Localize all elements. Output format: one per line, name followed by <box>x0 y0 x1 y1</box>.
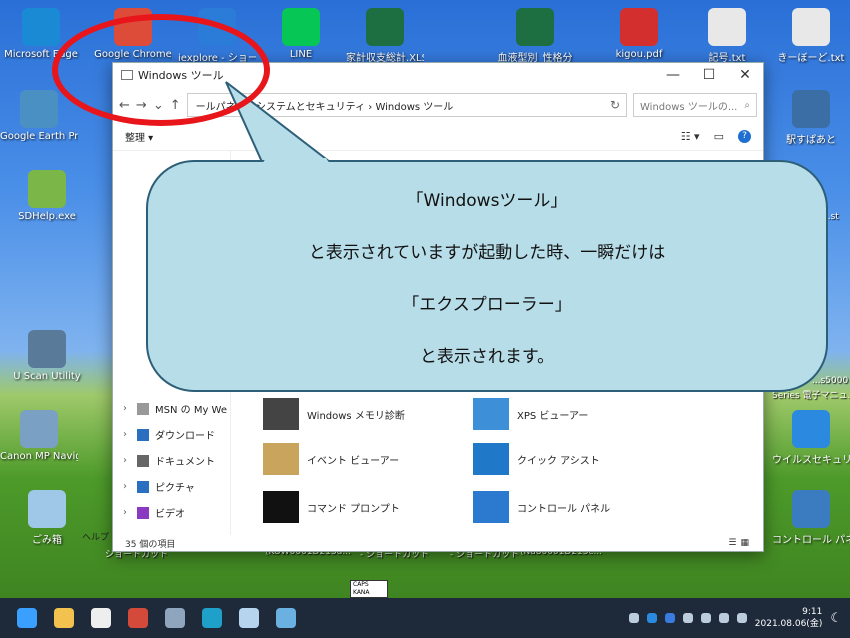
settings-icon[interactable] <box>165 608 185 628</box>
callout-bubble: 「Windowsツール」 と表示されていますが起動した時、一瞬だけは 「エクスプ… <box>146 160 828 392</box>
bluetooth-icon[interactable] <box>664 613 675 623</box>
highlight-circle <box>52 14 270 126</box>
notepad-icon[interactable] <box>91 608 111 628</box>
settings-icon[interactable] <box>736 613 747 623</box>
shield-icon[interactable] <box>682 613 693 623</box>
kana-label: KANA <box>353 589 370 596</box>
usb-icon[interactable] <box>628 613 639 623</box>
network-icon[interactable] <box>700 613 711 623</box>
file-explorer-icon[interactable] <box>54 608 74 628</box>
compass-icon[interactable] <box>128 608 148 628</box>
volume-icon[interactable] <box>718 613 729 623</box>
callout-line: 「Windowsツール」 <box>406 190 568 211</box>
edge-icon[interactable] <box>202 608 222 628</box>
taskbar: 9:11 2021.08.06(金) ☾ <box>0 598 850 638</box>
callout-line: 「エクスプローラー」 <box>402 294 572 315</box>
caps-label: CAPS <box>353 581 369 588</box>
callout-line: と表示されます。 <box>419 346 555 367</box>
security-icon[interactable] <box>646 613 657 623</box>
screen-icon[interactable] <box>276 608 296 628</box>
callout-line: と表示されていますが起動した時、一瞬だけは <box>308 242 666 263</box>
system-tray: 9:11 2021.08.06(金) ☾ <box>628 606 850 630</box>
start-icon[interactable] <box>17 608 37 628</box>
package-icon[interactable] <box>239 608 259 628</box>
clock[interactable]: 9:11 2021.08.06(金) <box>755 606 823 630</box>
clock-date: 2021.08.06(金) <box>754 619 823 629</box>
ime-indicator: CAPS KANA <box>350 580 388 598</box>
moon-icon[interactable]: ☾ <box>830 611 842 626</box>
clock-time: 9:11 <box>802 607 823 617</box>
